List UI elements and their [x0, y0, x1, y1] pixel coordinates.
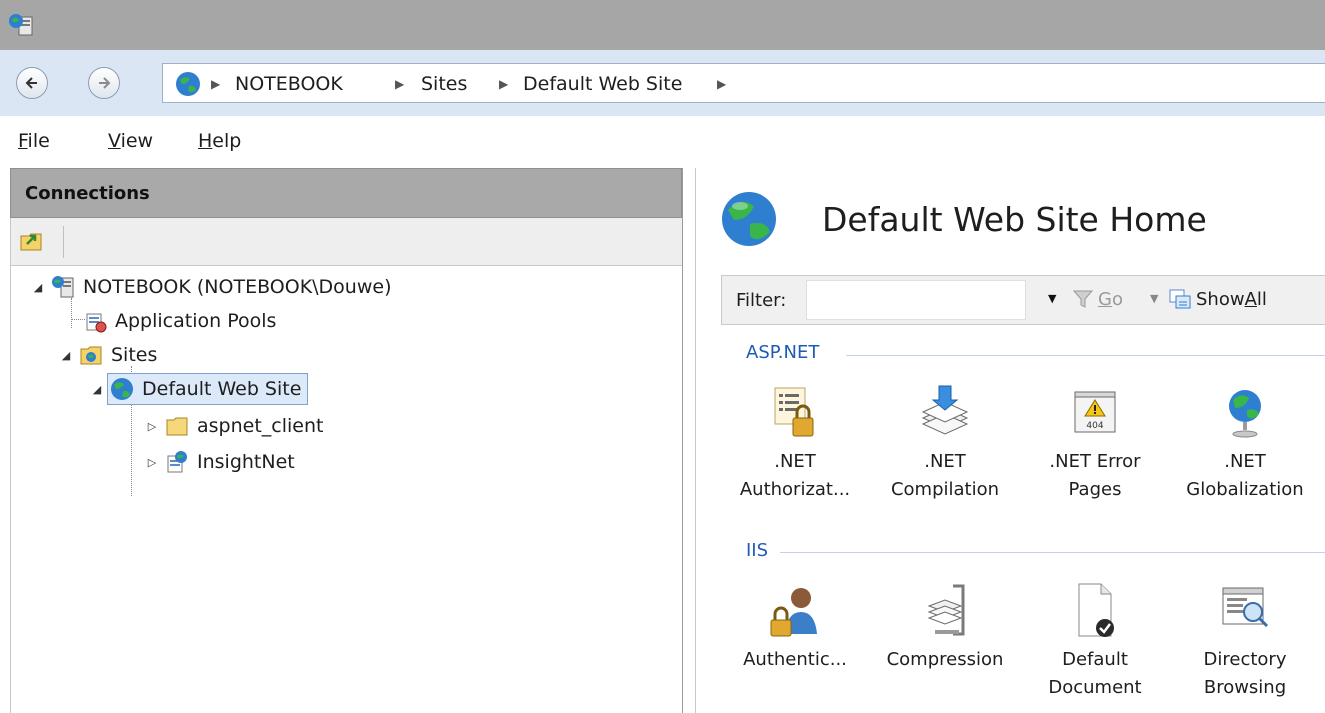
feature-default-document[interactable]: Default Document: [1030, 580, 1160, 702]
connections-pane: Connections ◢ NOTEBOOK (NOTEBOOK\Douwe): [0, 168, 683, 713]
connections-header: Connections: [10, 168, 682, 218]
feature-directory-browsing[interactable]: Directory Browsing: [1180, 580, 1310, 702]
breadcrumb-sites[interactable]: Sites: [421, 73, 467, 95]
show-all-button[interactable]: Show All: [1168, 288, 1267, 310]
web-application-icon: [167, 451, 187, 473]
authentication-icon: [770, 588, 817, 637]
feature-net-error-pages[interactable]: 404 .NET Error Pages: [1030, 382, 1160, 504]
tree-node-server[interactable]: ◢ NOTEBOOK (NOTEBOOK\Douwe): [31, 272, 392, 302]
globe-icon: [722, 192, 776, 246]
expand-arrow-icon[interactable]: ▷: [145, 456, 159, 469]
svg-text:404: 404: [1086, 421, 1103, 431]
group-header-aspnet[interactable]: ASP.NET: [746, 342, 819, 363]
group-rule: [780, 552, 1325, 553]
default-document-icon: [1078, 583, 1114, 637]
compression-icon: [927, 584, 965, 636]
globalization-icon: [1229, 390, 1261, 438]
menu-file[interactable]: File: [18, 130, 50, 152]
go-dropdown-icon[interactable]: ▼: [1150, 292, 1158, 305]
breadcrumb-separator-icon[interactable]: ▶: [717, 77, 726, 91]
breadcrumb-notebook[interactable]: NOTEBOOK: [235, 73, 343, 95]
filter-label: Filter:: [736, 290, 787, 311]
iis-app-icon: [9, 14, 33, 36]
forward-arrow-icon: [99, 77, 111, 89]
page-title: Default Web Site Home: [822, 200, 1207, 239]
tree-node-insightnet[interactable]: ▷ InsightNet: [145, 447, 295, 477]
group-rule: [846, 355, 1325, 356]
application-pools-icon: [86, 313, 107, 333]
error-pages-icon: 404: [1074, 391, 1116, 433]
address-field[interactable]: ▶ NOTEBOOK ▶ Sites ▶ Default Web Site ▶: [162, 63, 1325, 103]
compilation-icon: [921, 385, 969, 435]
tree-node-application-pools[interactable]: Application Pools: [83, 306, 276, 336]
breadcrumb-separator-icon: ▶: [395, 77, 405, 91]
toolbar-separator: [63, 226, 64, 258]
connections-tree: ◢ NOTEBOOK (NOTEBOOK\Douwe) Application …: [10, 266, 682, 713]
breadcrumb-separator-icon: ▶: [499, 77, 509, 91]
back-button[interactable]: [16, 67, 48, 99]
server-icon: [52, 276, 74, 298]
filter-input[interactable]: [806, 280, 1026, 320]
menu-help[interactable]: Help: [198, 130, 241, 152]
connections-toolbar: [10, 218, 682, 266]
filter-dropdown-icon[interactable]: ▼: [1048, 292, 1056, 305]
breadcrumb-separator-icon: ▶: [211, 77, 221, 91]
sites-folder-icon: [80, 346, 102, 365]
content-pane: Default Web Site Home Filter: ▼ Go ▼ Sho…: [695, 168, 1325, 713]
menu-view[interactable]: View: [108, 130, 153, 152]
globe-icon: [111, 378, 133, 400]
funnel-icon: [1072, 290, 1094, 308]
feature-authentication[interactable]: Authentic...: [730, 580, 860, 674]
connect-icon[interactable]: [19, 228, 45, 254]
expand-arrow-icon[interactable]: ▷: [145, 420, 159, 433]
feature-compression[interactable]: Compression: [880, 580, 1010, 674]
globe-icon: [176, 72, 200, 96]
go-button[interactable]: Go: [1072, 288, 1123, 310]
collapse-arrow-icon[interactable]: ◢: [59, 349, 73, 362]
group-header-iis[interactable]: IIS: [746, 540, 768, 561]
forward-button[interactable]: [88, 67, 120, 99]
feature-net-globalization[interactable]: .NET Globalization: [1180, 382, 1310, 504]
feature-net-authorization[interactable]: .NET Authorizat...: [730, 382, 860, 504]
folder-icon: [166, 417, 188, 436]
filter-bar: Filter: ▼ Go ▼ Show All: [721, 275, 1325, 325]
feature-net-compilation[interactable]: .NET Compilation: [880, 382, 1010, 504]
tree-node-default-web-site[interactable]: ◢ Default Web Site: [93, 373, 309, 405]
breadcrumb-default-web-site[interactable]: Default Web Site: [523, 73, 682, 95]
tree-connector: [71, 298, 72, 328]
back-arrow-icon: [25, 77, 37, 89]
directory-browsing-icon: [1222, 587, 1269, 628]
show-all-icon: [1169, 289, 1191, 309]
tree-node-aspnet-client[interactable]: ▷ aspnet_client: [145, 411, 324, 441]
tree-node-sites[interactable]: ◢ Sites: [59, 340, 158, 370]
collapse-arrow-icon[interactable]: ◢: [31, 281, 45, 294]
address-bar: ▶ NOTEBOOK ▶ Sites ▶ Default Web Site ▶: [0, 50, 1325, 117]
menu-bar: File View Help: [0, 116, 1325, 168]
title-bar: [0, 0, 1325, 50]
authorization-icon: [774, 387, 814, 437]
connections-title: Connections: [25, 183, 150, 204]
collapse-arrow-icon[interactable]: ◢: [90, 383, 104, 396]
